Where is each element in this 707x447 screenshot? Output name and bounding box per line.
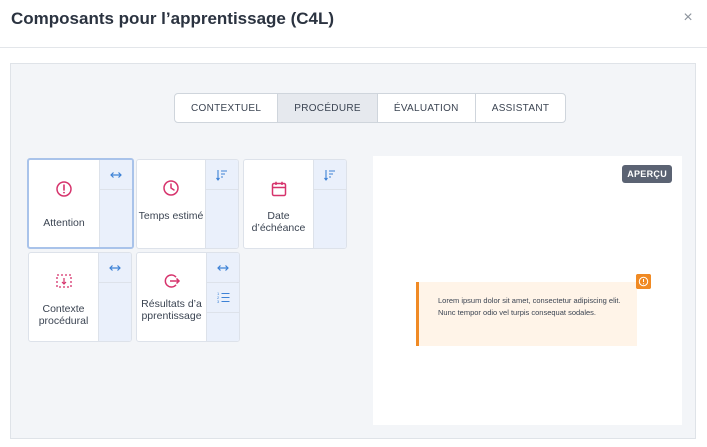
dashed-box-icon [55, 274, 72, 288]
component-card-date-echeance[interactable]: Date d’échéance [243, 159, 347, 249]
card-options [205, 160, 238, 248]
components-panel: CONTEXTUEL PROCÉDURE ÉVALUATION ASSISTAN… [10, 63, 696, 439]
component-label: Date d’échéance [251, 210, 306, 234]
full-width-toggle[interactable] [207, 253, 239, 283]
numbered-list-toggle[interactable]: 1 2 3 [207, 283, 239, 313]
arrows-horizontal-icon [109, 264, 121, 271]
exclamation-circle-icon [56, 181, 72, 197]
card-options [98, 253, 131, 341]
svg-text:3: 3 [217, 299, 220, 304]
callout-text: Lorem ipsum dolor sit amet, consectetur … [438, 296, 621, 317]
preview-pane: APERÇU Lorem ipsum dolor sit amet, conse… [373, 156, 682, 425]
arrows-horizontal-icon [217, 264, 229, 271]
arrows-horizontal-icon [110, 171, 122, 178]
dialog-header: Composants pour l’apprentissage (C4L) × [0, 0, 707, 48]
card-options [99, 160, 132, 247]
dialog-title: Composants pour l’apprentissage (C4L) [11, 9, 335, 28]
full-width-toggle[interactable] [99, 253, 131, 283]
preview-badge: APERÇU [622, 165, 672, 183]
sort-lines-icon [216, 169, 227, 181]
arrow-out-circle-icon [164, 274, 180, 288]
card-options: 1 2 3 [206, 253, 239, 341]
sort-toggle[interactable] [206, 160, 238, 190]
clock-icon [163, 180, 179, 196]
component-label: Attention [43, 217, 85, 229]
close-icon[interactable]: × [681, 10, 695, 26]
tab-evaluation[interactable]: ÉVALUATION [378, 94, 476, 122]
component-card-temps-estime[interactable]: Temps estimé [136, 159, 239, 249]
component-label: Temps estimé [138, 210, 204, 222]
component-card-resultats-apprentissage[interactable]: Résultats d’apprentissage 1 2 3 [136, 252, 240, 342]
component-label: Résultats d’apprentissage [141, 298, 202, 322]
tab-contextuel[interactable]: CONTEXTUEL [175, 94, 279, 122]
attention-callout: Lorem ipsum dolor sit amet, consectetur … [416, 274, 651, 346]
category-tabs: CONTEXTUEL PROCÉDURE ÉVALUATION ASSISTAN… [174, 93, 567, 123]
full-width-toggle[interactable] [100, 160, 132, 190]
component-card-attention[interactable]: Attention [27, 158, 134, 249]
warning-icon [636, 274, 651, 289]
card-options [313, 160, 346, 248]
tab-procedure[interactable]: PROCÉDURE [278, 94, 378, 122]
sort-lines-icon [324, 169, 335, 181]
sort-toggle[interactable] [314, 160, 346, 190]
component-card-contexte-procedural[interactable]: Contexte procédural [28, 252, 132, 342]
c4l-dialog: Composants pour l’apprentissage (C4L) × … [0, 0, 707, 447]
component-label: Contexte procédural [38, 303, 89, 327]
tab-assistant[interactable]: ASSISTANT [476, 94, 566, 122]
calendar-icon [271, 181, 286, 197]
numbered-list-icon: 1 2 3 [217, 291, 229, 304]
